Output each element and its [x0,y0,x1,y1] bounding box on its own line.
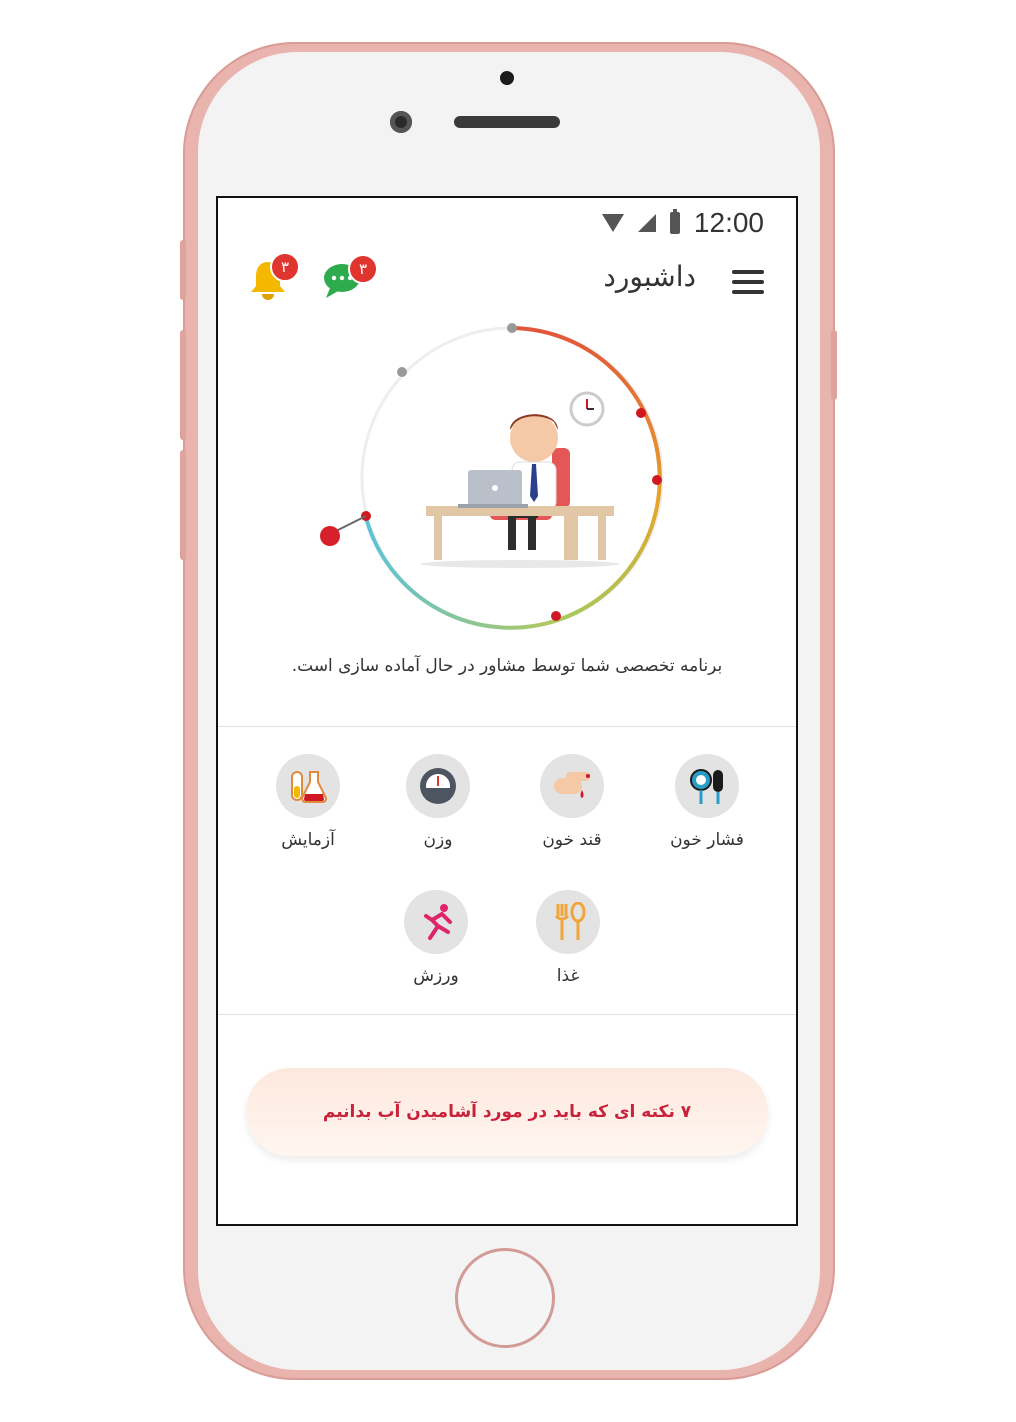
blood-pressure-icon [675,754,739,818]
section-divider-1 [218,726,796,727]
water-tips-label: ۷ نکته ای که باید در مورد آشامیدن آب بدا… [322,1102,692,1122]
program-status-caption: برنامه تخصصی شما توسط مشاور در حال آماده… [291,656,723,676]
phone-side-button-3 [180,450,186,560]
category-blood-sugar[interactable]: قند خون [512,754,632,850]
weight-scale-icon [406,754,470,818]
messages-button[interactable]: ۳ [322,254,378,300]
blood-sugar-icon [540,754,604,818]
exercise-icon [404,890,468,954]
phone-side-button-1 [180,240,186,300]
home-button[interactable] [455,1248,555,1348]
category-label: ورزش [413,966,459,986]
phone-side-button-4 [831,330,837,400]
water-tips-button[interactable]: ۷ نکته ای که باید در مورد آشامیدن آب بدا… [246,1068,768,1156]
category-label: آزمایش [281,830,335,850]
category-label: فشار خون [670,830,744,850]
status-time: 12:00 [693,207,764,238]
earpiece-speaker [454,116,560,128]
wifi-icon [601,214,624,232]
category-label: غذا [556,966,580,986]
category-lab-test[interactable]: آزمایش [248,754,368,850]
section-divider-2 [218,1014,796,1015]
category-weight[interactable]: وزن [378,754,498,850]
messages-badge: ۳ [348,254,378,284]
notifications-button[interactable]: ۳ [248,252,300,302]
front-camera [390,111,412,133]
category-food[interactable]: غذا [508,890,628,986]
front-sensor [500,71,514,85]
phone-side-button-2 [180,330,186,440]
battery-icon [669,209,680,234]
category-label: وزن [423,830,453,850]
page-title: داشبورد [603,260,696,293]
category-blood-pressure[interactable]: فشار خون [647,754,767,850]
lab-test-icon [276,754,340,818]
signal-icon [637,214,656,232]
category-exercise[interactable]: ورزش [376,890,496,986]
notifications-badge: ۳ [270,252,300,282]
category-label: قند خون [542,830,602,850]
status-bar: 12:00 [601,204,764,242]
food-icon [536,890,600,954]
consultant-progress-illustration [320,323,664,630]
hamburger-menu-icon[interactable] [732,270,764,294]
app-screen: 12:00 داشبورد ۳ ۳ برنامه تخصصی شما توسط … [216,196,798,1226]
